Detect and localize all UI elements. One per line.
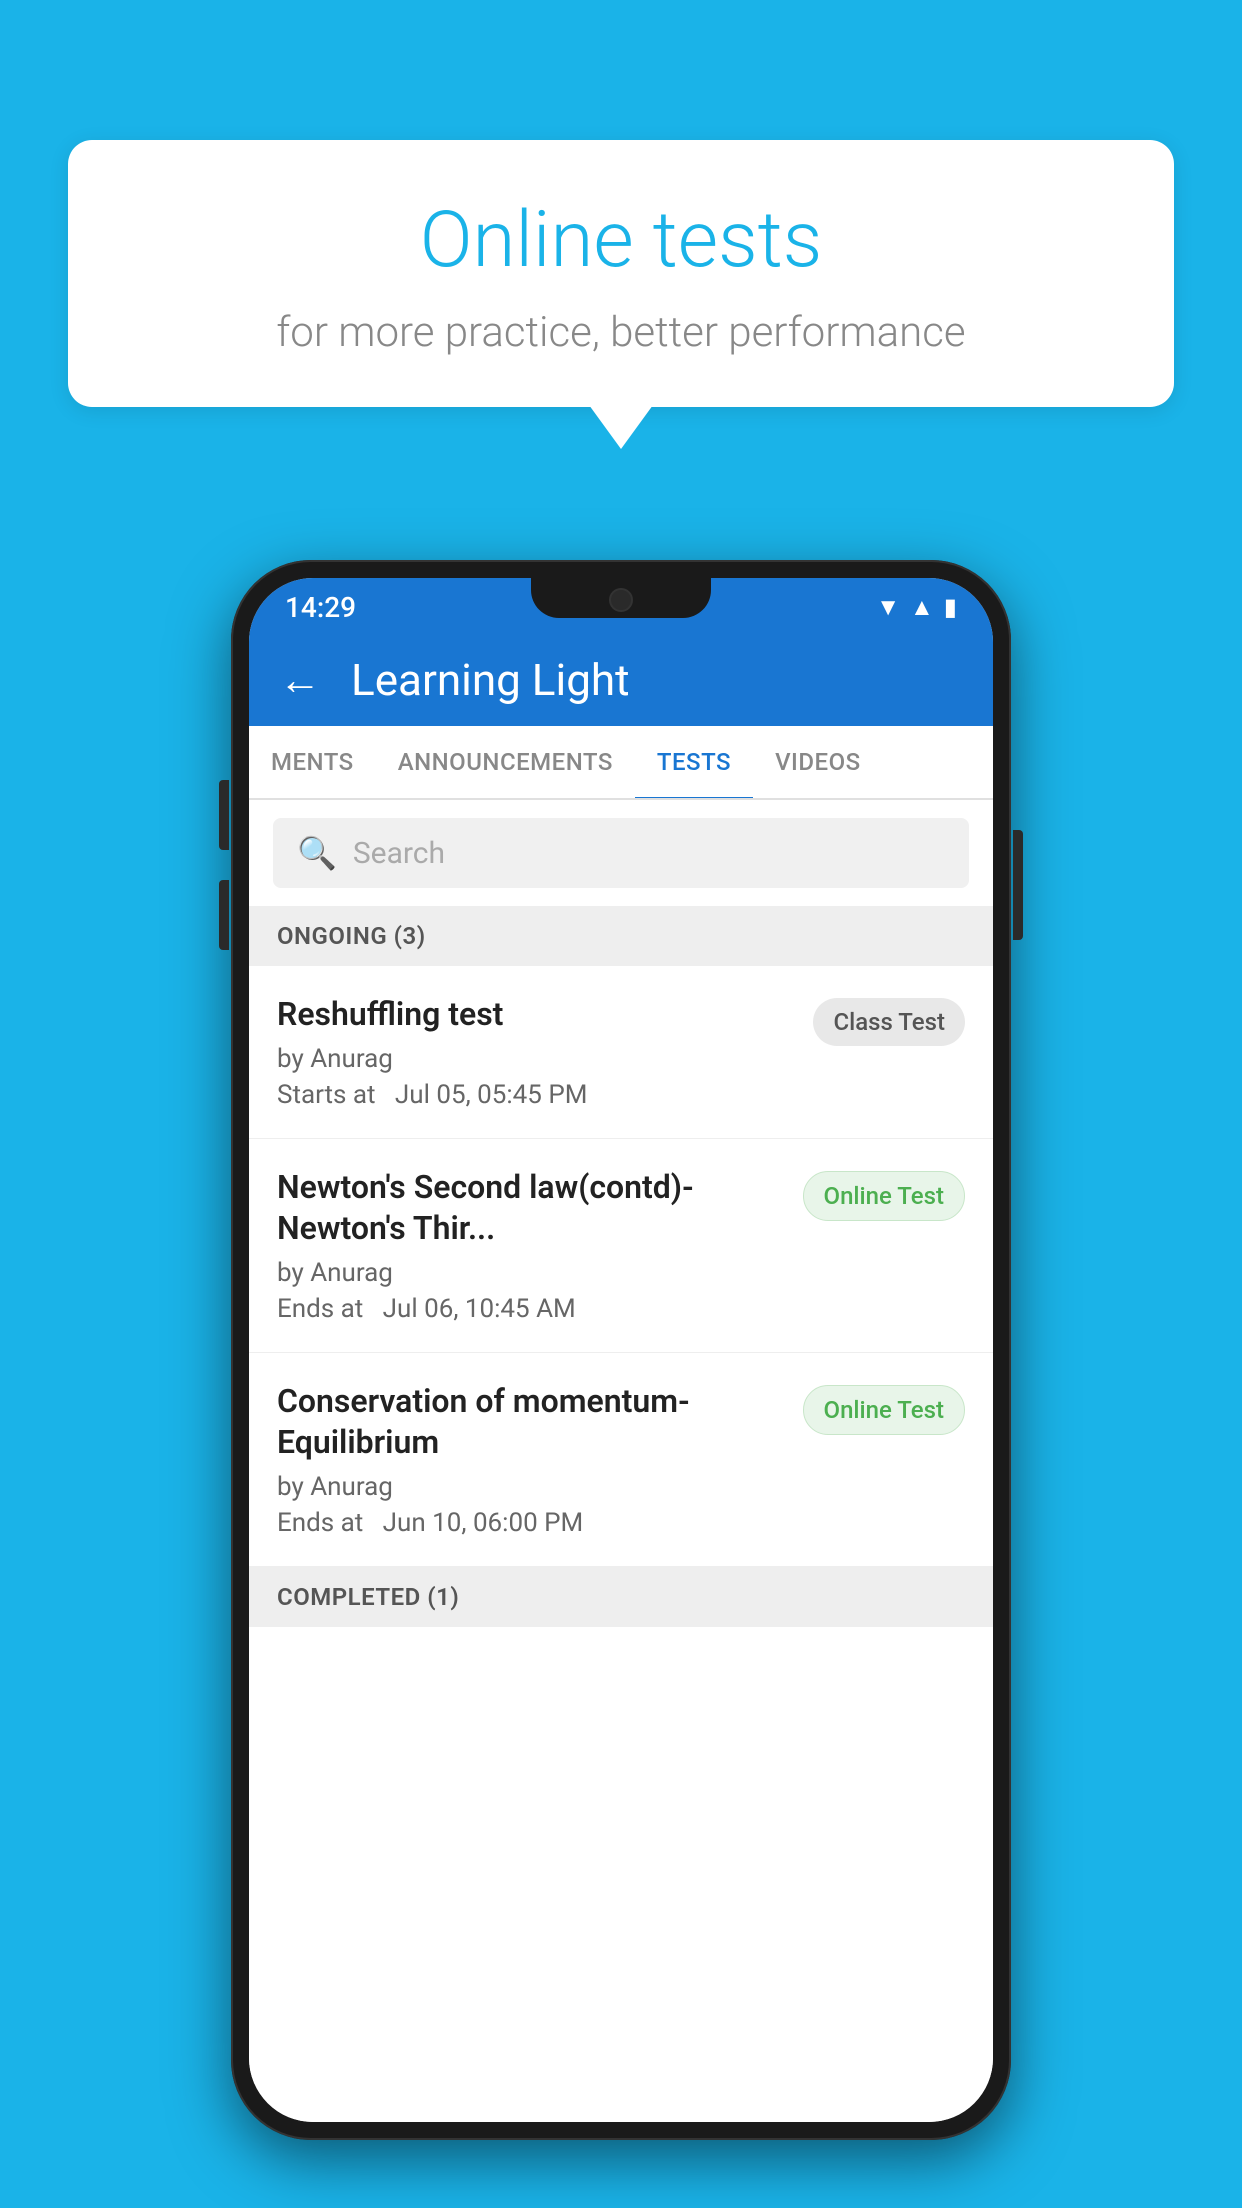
online-test-badge: Online Test (803, 1385, 965, 1435)
test-name: Newton's Second law(contd)-Newton's Thir… (277, 1167, 787, 1250)
test-author: by Anurag (277, 1472, 787, 1502)
tabs-container: MENTS ANNOUNCEMENTS TESTS VIDEOS (249, 726, 993, 800)
test-info: Conservation of momentum-Equilibrium by … (277, 1381, 787, 1538)
app-title: Learning Light (351, 654, 630, 706)
search-icon: 🔍 (297, 834, 337, 872)
test-item[interactable]: Reshuffling test by Anurag Starts at Jul… (249, 966, 993, 1139)
phone-screen: 14:29 ▼ ▲ ▮ ← Learning Light MENTS ANNOU… (249, 578, 993, 2122)
status-time: 14:29 (285, 591, 356, 624)
phone-camera (609, 588, 633, 612)
test-item[interactable]: Newton's Second law(contd)-Newton's Thir… (249, 1139, 993, 1353)
online-test-badge: Online Test (803, 1171, 965, 1221)
back-button[interactable]: ← (279, 656, 321, 705)
test-date: Starts at Jul 05, 05:45 PM (277, 1080, 797, 1110)
phone-notch (531, 578, 711, 618)
screen-content: 🔍 Search ONGOING (3) Reshuffling test by… (249, 800, 993, 2122)
bubble-subtitle: for more practice, better performance (128, 308, 1114, 357)
search-bar[interactable]: 🔍 Search (273, 818, 969, 888)
tab-announcements[interactable]: ANNOUNCEMENTS (376, 726, 635, 798)
test-date: Ends at Jul 06, 10:45 AM (277, 1294, 787, 1324)
app-bar: ← Learning Light (249, 634, 993, 726)
tests-list: Reshuffling test by Anurag Starts at Jul… (249, 966, 993, 2122)
tab-videos[interactable]: VIDEOS (753, 726, 883, 798)
test-item[interactable]: Conservation of momentum-Equilibrium by … (249, 1353, 993, 1567)
test-author: by Anurag (277, 1044, 797, 1074)
test-date: Ends at Jun 10, 06:00 PM (277, 1508, 787, 1538)
phone-outer: 14:29 ▼ ▲ ▮ ← Learning Light MENTS ANNOU… (231, 560, 1011, 2140)
search-container: 🔍 Search (249, 800, 993, 906)
battery-icon: ▮ (944, 593, 957, 621)
test-info: Newton's Second law(contd)-Newton's Thir… (277, 1167, 787, 1324)
phone-vol-up-button[interactable] (219, 780, 229, 850)
tab-tests[interactable]: TESTS (635, 726, 753, 798)
ongoing-section-header: ONGOING (3) (249, 906, 993, 966)
search-placeholder: Search (353, 836, 445, 871)
phone-vol-down-button[interactable] (219, 880, 229, 950)
bubble-title: Online tests (128, 195, 1114, 286)
tab-ments[interactable]: MENTS (249, 726, 376, 798)
signal-icon: ▲ (910, 593, 934, 622)
test-name: Reshuffling test (277, 994, 797, 1036)
status-icons: ▼ ▲ ▮ (876, 593, 957, 622)
phone-wrapper: 14:29 ▼ ▲ ▮ ← Learning Light MENTS ANNOU… (231, 560, 1011, 2140)
test-info: Reshuffling test by Anurag Starts at Jul… (277, 994, 797, 1110)
phone-power-button[interactable] (1013, 830, 1023, 940)
class-test-badge: Class Test (813, 998, 965, 1046)
test-author: by Anurag (277, 1258, 787, 1288)
speech-bubble: Online tests for more practice, better p… (68, 140, 1174, 407)
test-name: Conservation of momentum-Equilibrium (277, 1381, 787, 1464)
wifi-icon: ▼ (876, 593, 900, 622)
completed-section-header: COMPLETED (1) (249, 1567, 993, 1627)
